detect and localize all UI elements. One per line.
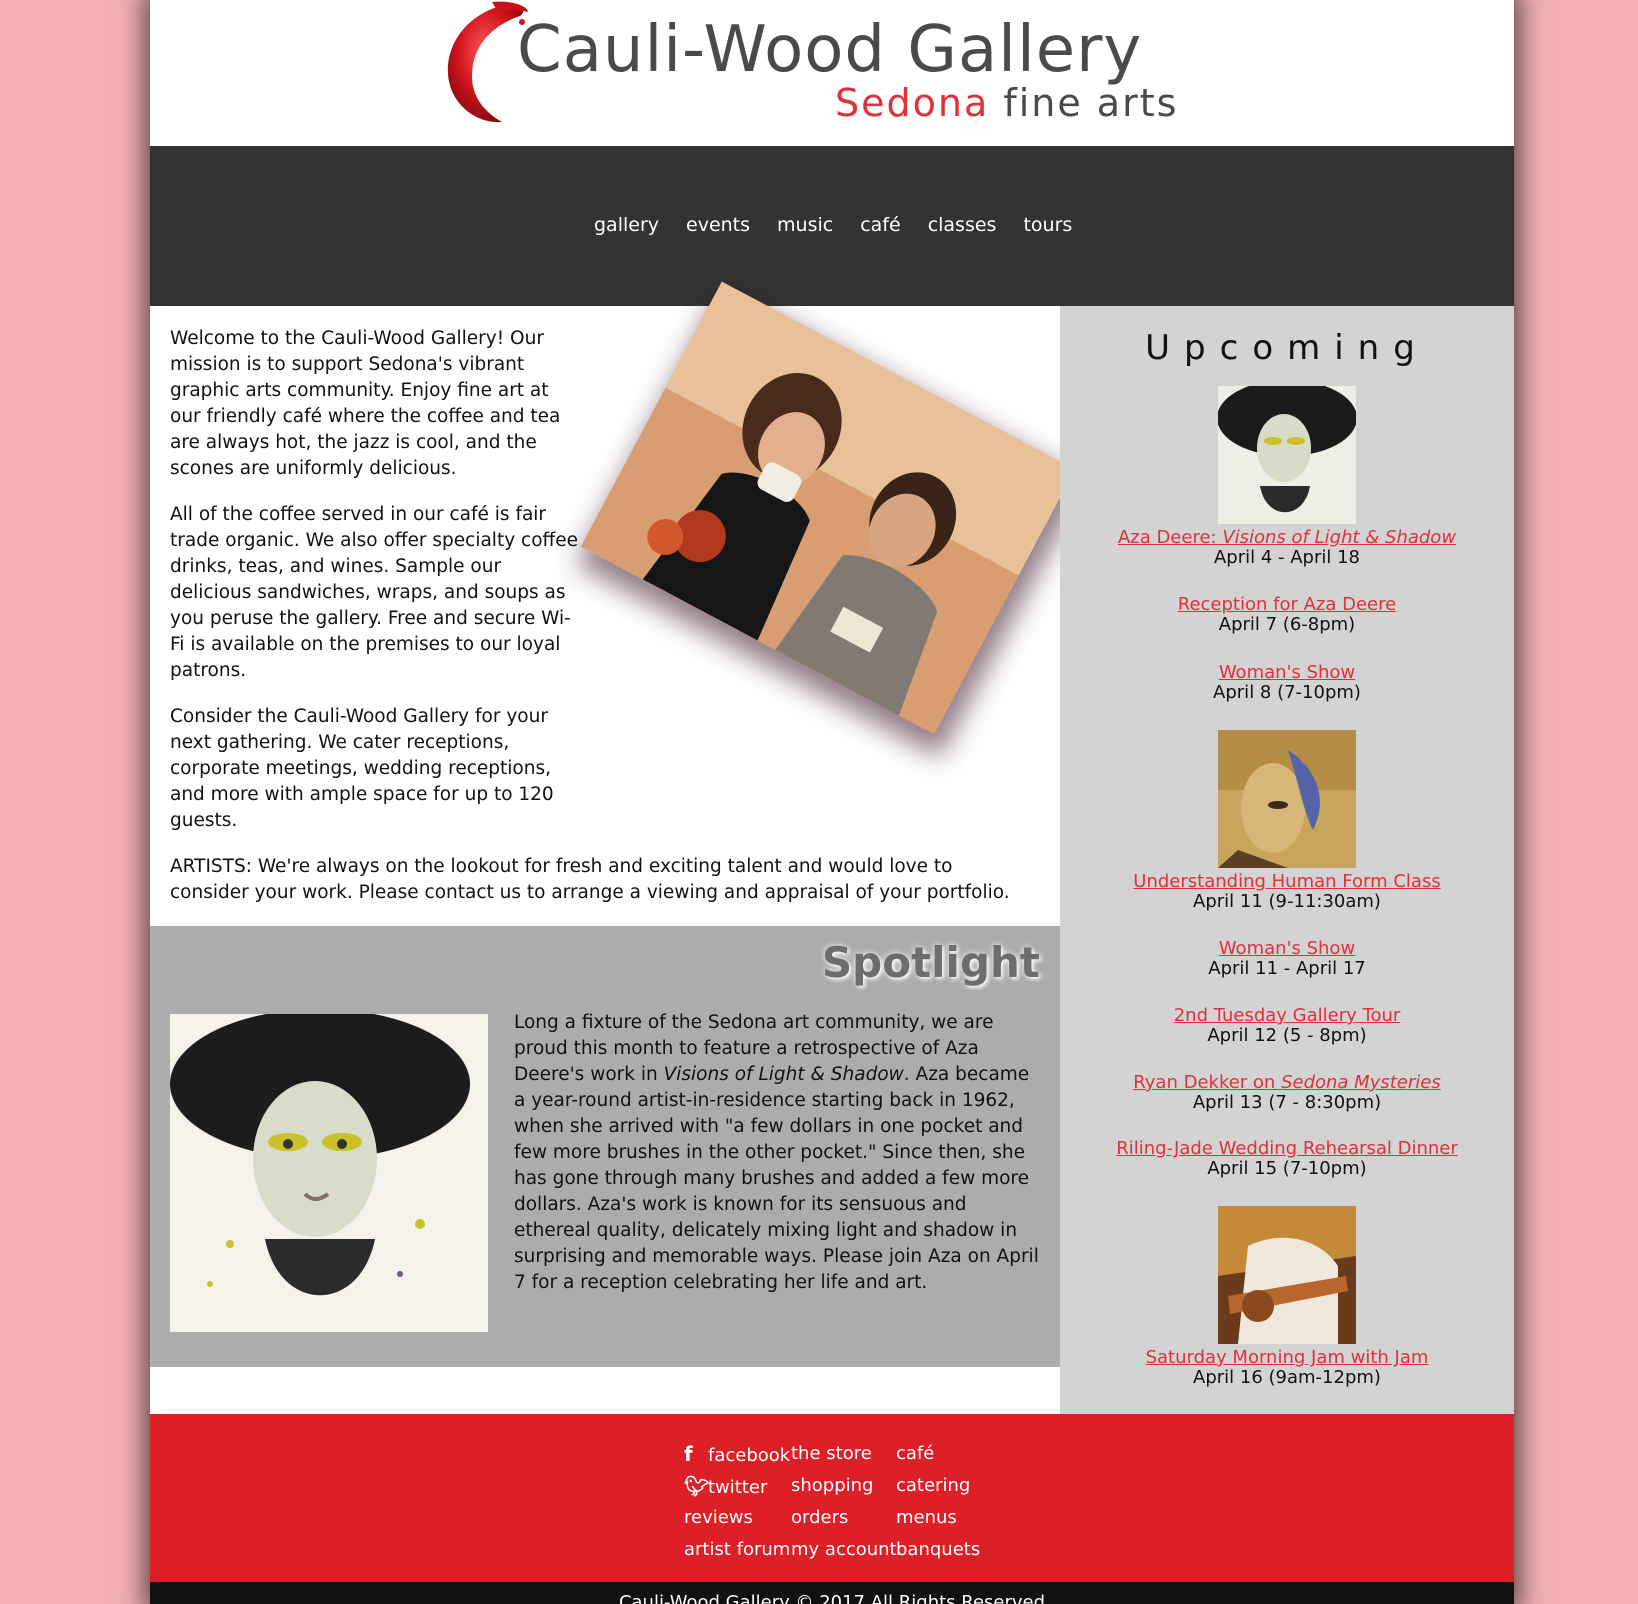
event-item: Saturday Morning Jam with Jam April 16 (…: [1060, 1348, 1514, 1388]
event-link-rehearsal-dinner[interactable]: Riling-Jade Wedding Rehearsal Dinner: [1116, 1138, 1458, 1159]
event-item: Ryan Dekker on Sedona Mysteries April 13…: [1060, 1073, 1514, 1113]
event-item: Riling-Jade Wedding Rehearsal Dinner Apr…: [1060, 1139, 1514, 1179]
event-link-ryan-dekker[interactable]: Ryan Dekker on Sedona Mysteries: [1133, 1072, 1440, 1093]
footer-column-social: f facebook 🐦︎twitter reviews artist forum: [684, 1438, 790, 1566]
event-link-gallery-tour[interactable]: 2nd Tuesday Gallery Tour: [1174, 1005, 1401, 1026]
event-link-reception[interactable]: Reception for Aza Deere: [1178, 594, 1396, 615]
nav-classes[interactable]: classes: [928, 214, 997, 236]
event-link-human-form-class[interactable]: Understanding Human Form Class: [1133, 871, 1440, 892]
copyright-text: Cauli-Wood Gallery © 2017 All Rights Res…: [618, 1592, 1046, 1604]
footer-column-store: the store shopping orders my account: [791, 1438, 897, 1566]
footer-link-the-store[interactable]: the store: [791, 1438, 897, 1470]
event-date: April 7 (6-8pm): [1218, 614, 1356, 635]
event-date: April 11 (9-11:30am): [1193, 891, 1381, 912]
event-thumbnail-aza-deere[interactable]: [1218, 386, 1356, 524]
spotlight-exhibit-title: Visions of Light & Shadow: [663, 1064, 904, 1085]
event-item: Understanding Human Form Class April 11 …: [1060, 872, 1514, 912]
event-date: April 13 (7 - 8:30pm): [1192, 1092, 1382, 1113]
footer-column-cafe: café catering menus banquets: [896, 1438, 980, 1566]
event-date: April 12 (5 - 8pm): [1207, 1025, 1367, 1046]
upcoming-sidebar: Upcoming Aza Deere: Visions of Light & S…: [1060, 306, 1514, 1414]
intro-paragraph-3: Consider the Cauli-Wood Gallery for your…: [170, 706, 554, 831]
page: Cauli-Wood Gallery Sedona fine arts gall…: [150, 0, 1514, 1604]
twitter-icon: 🐦︎: [684, 1474, 710, 1498]
spotlight-text-b: . Aza became a year-round artist-in-resi…: [514, 1064, 1039, 1293]
spotlight-section: Spotlight Long a fixture of the Sedona a…: [150, 926, 1060, 1367]
event-date: April 8 (7-10pm): [1213, 682, 1361, 703]
footer-link-twitter[interactable]: 🐦︎twitter: [684, 1470, 790, 1502]
logo-subtitle: Sedona fine arts: [835, 84, 1178, 122]
event-item: Aza Deere: Visions of Light & Shadow Apr…: [1060, 528, 1514, 568]
event-date: April 11 - April 17: [1208, 958, 1366, 979]
intro-paragraph-1: Welcome to the Cauli-Wood Gallery! Our m…: [170, 328, 561, 479]
footer-link-menus[interactable]: menus: [896, 1502, 980, 1534]
nav-gallery[interactable]: gallery: [594, 214, 659, 236]
spotlight-title: Spotlight: [821, 938, 1040, 987]
event-item: Woman's Show April 8 (7-10pm): [1060, 663, 1514, 703]
event-date: April 4 - April 18: [1213, 547, 1361, 568]
nav-cafe[interactable]: café: [860, 214, 900, 236]
footer-link-artist-forum[interactable]: artist forum: [684, 1534, 790, 1566]
footer-link-catering[interactable]: catering: [896, 1470, 980, 1502]
footer-link-shopping[interactable]: shopping: [791, 1470, 897, 1502]
upcoming-heading: Upcoming: [1145, 328, 1429, 368]
event-link-womans-show[interactable]: Woman's Show: [1219, 662, 1355, 683]
event-item: Woman's Show April 11 - April 17: [1060, 939, 1514, 979]
intro-paragraph-4: ARTISTS: We're always on the lookout for…: [170, 856, 1010, 903]
logo-subtitle-accent: Sedona: [835, 81, 990, 125]
logo-subtitle-rest: fine arts: [989, 81, 1179, 125]
spotlight-text: Long a fixture of the Sedona art communi…: [514, 1010, 1039, 1296]
footer-link-cafe[interactable]: café: [896, 1438, 980, 1470]
site-header: Cauli-Wood Gallery Sedona fine arts: [150, 0, 1514, 146]
intro-paragraph-2: All of the coffee served in our café is …: [170, 504, 579, 681]
site-footer: f facebook 🐦︎twitter reviews artist forum…: [150, 1414, 1514, 1582]
footer-link-reviews[interactable]: reviews: [684, 1502, 790, 1534]
logo-title: Cauli-Wood Gallery: [517, 13, 1143, 87]
footer-link-orders[interactable]: orders: [791, 1502, 897, 1534]
intro-text: Welcome to the Cauli-Wood Gallery! Our m…: [170, 326, 1020, 926]
event-date: April 15 (7-10pm): [1207, 1158, 1367, 1179]
event-link-womans-show-2[interactable]: Woman's Show: [1219, 938, 1355, 959]
event-link-aza-deere[interactable]: Aza Deere: Visions of Light & Shadow: [1118, 527, 1456, 548]
event-date: April 16 (9am-12pm): [1193, 1367, 1381, 1388]
footer-link-my-account[interactable]: my account: [791, 1534, 897, 1566]
spotlight-artwork-image: [170, 1014, 488, 1332]
nav-music[interactable]: music: [777, 214, 833, 236]
event-item: Reception for Aza Deere April 7 (6-8pm): [1060, 595, 1514, 635]
main-nav: gallery events music café classes tours: [150, 146, 1514, 306]
event-item: 2nd Tuesday Gallery Tour April 12 (5 - 8…: [1060, 1006, 1514, 1046]
copyright-bar: Cauli-Wood Gallery © 2017 All Rights Res…: [150, 1582, 1514, 1604]
nav-events[interactable]: events: [686, 214, 750, 236]
nav-tours[interactable]: tours: [1023, 214, 1072, 236]
footer-link-facebook[interactable]: f facebook: [684, 1438, 790, 1470]
footer-link-banquets[interactable]: banquets: [896, 1534, 980, 1566]
main-content: Welcome to the Cauli-Wood Gallery! Our m…: [150, 281, 1076, 1414]
event-link-saturday-jam[interactable]: Saturday Morning Jam with Jam: [1146, 1347, 1429, 1368]
facebook-icon: f: [684, 1442, 693, 1466]
event-thumbnail-jam[interactable]: [1218, 1206, 1356, 1344]
event-thumbnail-human-form[interactable]: [1218, 730, 1356, 868]
